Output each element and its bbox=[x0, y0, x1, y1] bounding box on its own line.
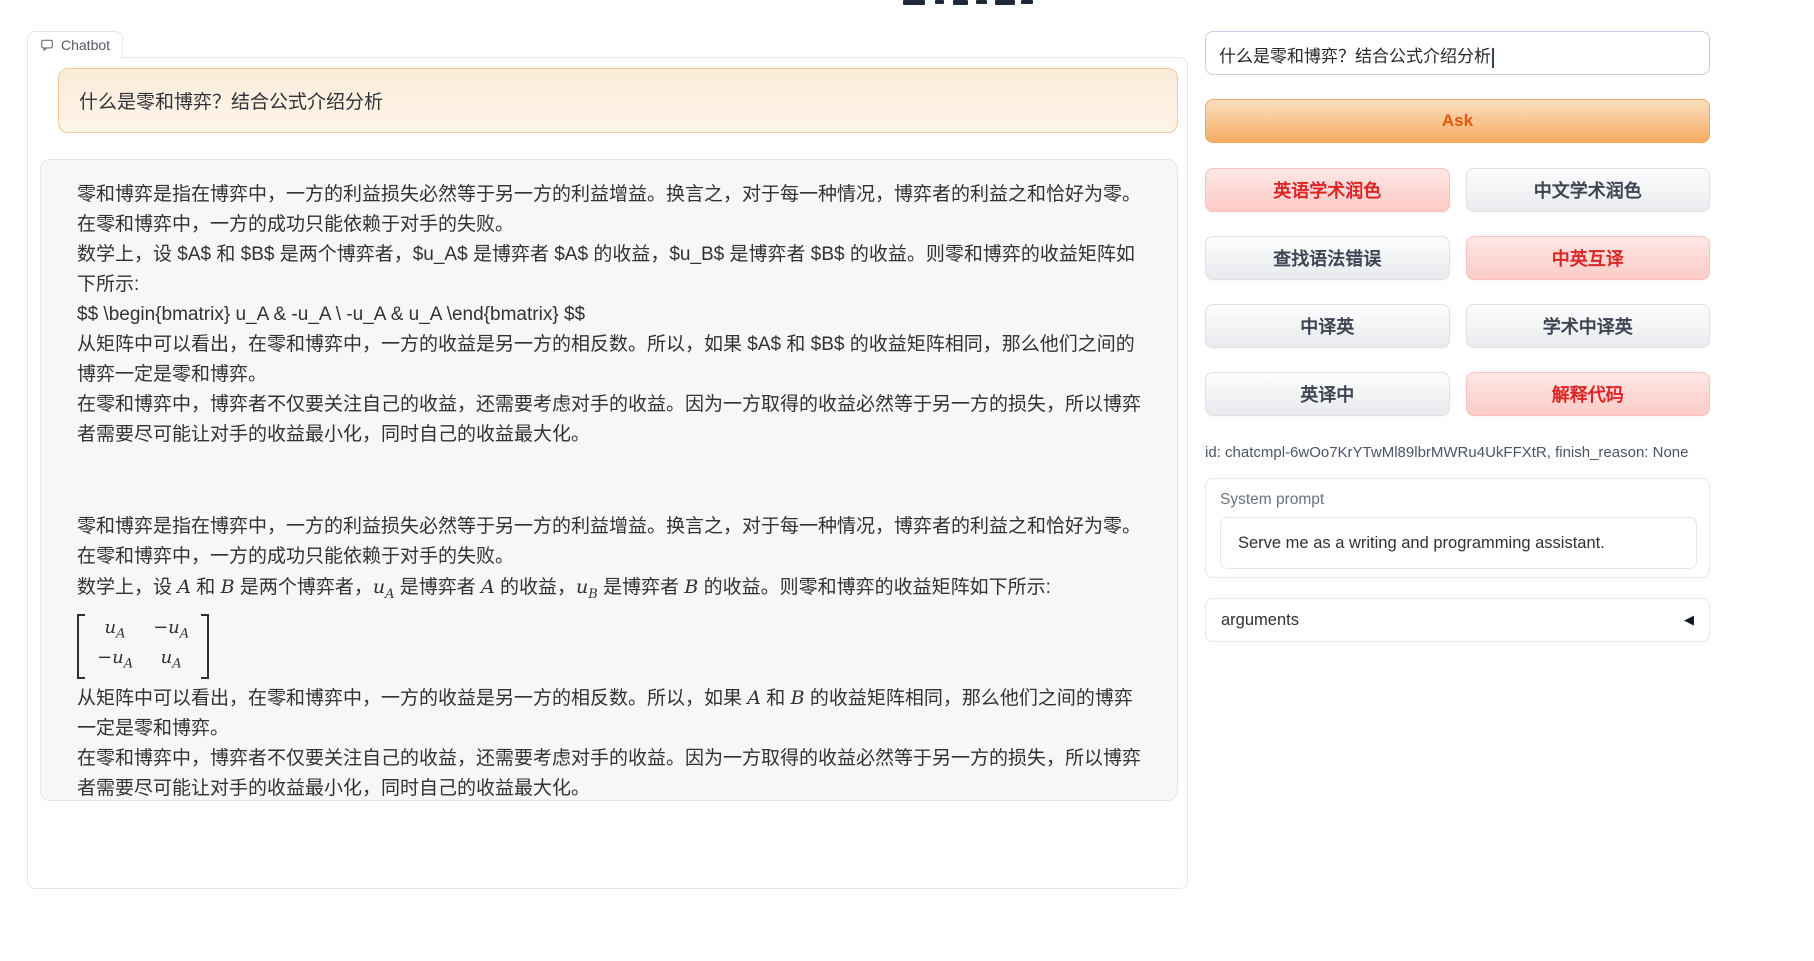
heading-glyph-fragment bbox=[903, 0, 925, 5]
matrix-grid: uA −uA −uA uA bbox=[85, 614, 201, 679]
bot-message-bubble: 零和博弈是指在博弈中，一方的利益损失必然等于另一方的利益增益。换言之，对于每一种… bbox=[40, 159, 1178, 801]
arguments-accordion-label: arguments bbox=[1221, 611, 1299, 630]
ask-button[interactable]: Ask bbox=[1205, 99, 1710, 143]
bot-message-block-rendered: 零和博弈是指在博弈中，一方的利益损失必然等于另一方的利益增益。换言之，对于每一种… bbox=[77, 512, 1141, 804]
system-prompt-input[interactable]: Serve me as a writing and programming as… bbox=[1220, 517, 1697, 569]
text-caret bbox=[1492, 48, 1494, 68]
action-english-academic-polish[interactable]: 英语学术润色 bbox=[1205, 168, 1450, 212]
app-root: Chatbot 什么是零和博弈？结合公式介绍分析 零和博弈是指在博弈中，一方的利… bbox=[0, 0, 1814, 961]
question-input-value: 什么是零和博弈？结合公式介绍分析 bbox=[1219, 47, 1491, 66]
bot-paragraph: 从矩阵中可以看出，在零和博弈中，一方的收益是另一方的相反数。所以，如果 $A$ … bbox=[77, 330, 1143, 390]
heading-glyph-fragment bbox=[1021, 0, 1033, 4]
bot-message-block-raw: 零和博弈是指在博弈中，一方的利益损失必然等于另一方的利益增益。换言之，对于每一种… bbox=[77, 180, 1141, 450]
chatbot-panel-label-text: Chatbot bbox=[61, 37, 110, 53]
bot-paragraph-latex: $$ \begin{bmatrix} u_A & -u_A \ -u_A & u… bbox=[77, 300, 1143, 330]
action-en-to-zh[interactable]: 英译中 bbox=[1205, 372, 1450, 416]
bot-paragraph: 在零和博弈中，博弈者不仅要关注自己的收益，还需要考虑对手的收益。因为一方取得的收… bbox=[77, 744, 1143, 804]
matrix-left-bracket bbox=[77, 614, 85, 679]
quick-action-grid: 英语学术润色 中文学术润色 查找语法错误 中英互译 中译英 学术中译英 英译中 … bbox=[1205, 168, 1710, 416]
matrix-cell: uA bbox=[97, 616, 133, 647]
matrix-right-bracket bbox=[201, 614, 209, 679]
user-message-bubble: 什么是零和博弈？结合公式介绍分析 bbox=[58, 68, 1178, 133]
bot-paragraph-math: 数学上，设 A 和 B 是两个博弈者，uA 是博弈者 A 的收益，uB 是博弈者… bbox=[77, 572, 1143, 610]
system-prompt-card: System prompt Serve me as a writing and … bbox=[1205, 478, 1710, 578]
action-explain-code[interactable]: 解释代码 bbox=[1466, 372, 1711, 416]
bot-paragraph: 在零和博弈中，博弈者不仅要关注自己的收益，还需要考虑对手的收益。因为一方取得的收… bbox=[77, 390, 1143, 450]
action-chinese-academic-polish[interactable]: 中文学术润色 bbox=[1466, 168, 1711, 212]
heading-glyph-fragment bbox=[995, 0, 1015, 5]
heading-glyph-fragment bbox=[935, 0, 944, 4]
response-meta-line: id: chatcmpl-6wOo7KrYTwMl89lbrMWRu4UkFFX… bbox=[1205, 444, 1710, 461]
payoff-matrix: uA −uA −uA uA bbox=[77, 614, 209, 679]
system-prompt-label: System prompt bbox=[1220, 491, 1695, 509]
chatbot-panel-label: Chatbot bbox=[27, 31, 123, 58]
matrix-cell: −uA bbox=[153, 616, 189, 647]
matrix-cell: uA bbox=[153, 646, 189, 677]
clipped-page-heading bbox=[903, 0, 1033, 7]
control-column: 什么是零和博弈？结合公式介绍分析 Ask 英语学术润色 中文学术润色 查找语法错… bbox=[1205, 31, 1710, 642]
bot-paragraph-math: 从矩阵中可以看出，在零和博弈中，一方的收益是另一方的相反数。所以，如果 A 和 … bbox=[77, 683, 1143, 744]
action-zh-to-en[interactable]: 中译英 bbox=[1205, 304, 1450, 348]
user-message-text: 什么是零和博弈？结合公式介绍分析 bbox=[79, 87, 383, 114]
arguments-accordion-header[interactable]: arguments ◀ bbox=[1205, 598, 1710, 642]
chat-bubble-icon bbox=[40, 38, 54, 52]
action-zh-en-mutual-translate[interactable]: 中英互译 bbox=[1466, 236, 1711, 280]
accordion-collapse-icon[interactable]: ◀ bbox=[1684, 612, 1694, 628]
bot-paragraph: 零和博弈是指在博弈中，一方的利益损失必然等于另一方的利益增益。换言之，对于每一种… bbox=[77, 180, 1143, 240]
heading-glyph-fragment bbox=[976, 0, 987, 4]
question-input[interactable]: 什么是零和博弈？结合公式介绍分析 bbox=[1205, 31, 1710, 75]
bot-paragraph: 零和博弈是指在博弈中，一方的利益损失必然等于另一方的利益增益。换言之，对于每一种… bbox=[77, 512, 1143, 572]
chatbot-messages[interactable]: 什么是零和博弈？结合公式介绍分析 零和博弈是指在博弈中，一方的利益损失必然等于另… bbox=[27, 57, 1188, 889]
action-find-grammar-errors[interactable]: 查找语法错误 bbox=[1205, 236, 1450, 280]
action-academic-zh-to-en[interactable]: 学术中译英 bbox=[1466, 304, 1711, 348]
heading-glyph-fragment bbox=[953, 0, 968, 5]
system-prompt-value: Serve me as a writing and programming as… bbox=[1238, 534, 1605, 553]
matrix-cell: −uA bbox=[97, 646, 133, 677]
bot-paragraph: 数学上，设 $A$ 和 $B$ 是两个博弈者，$u_A$ 是博弈者 $A$ 的收… bbox=[77, 240, 1143, 300]
